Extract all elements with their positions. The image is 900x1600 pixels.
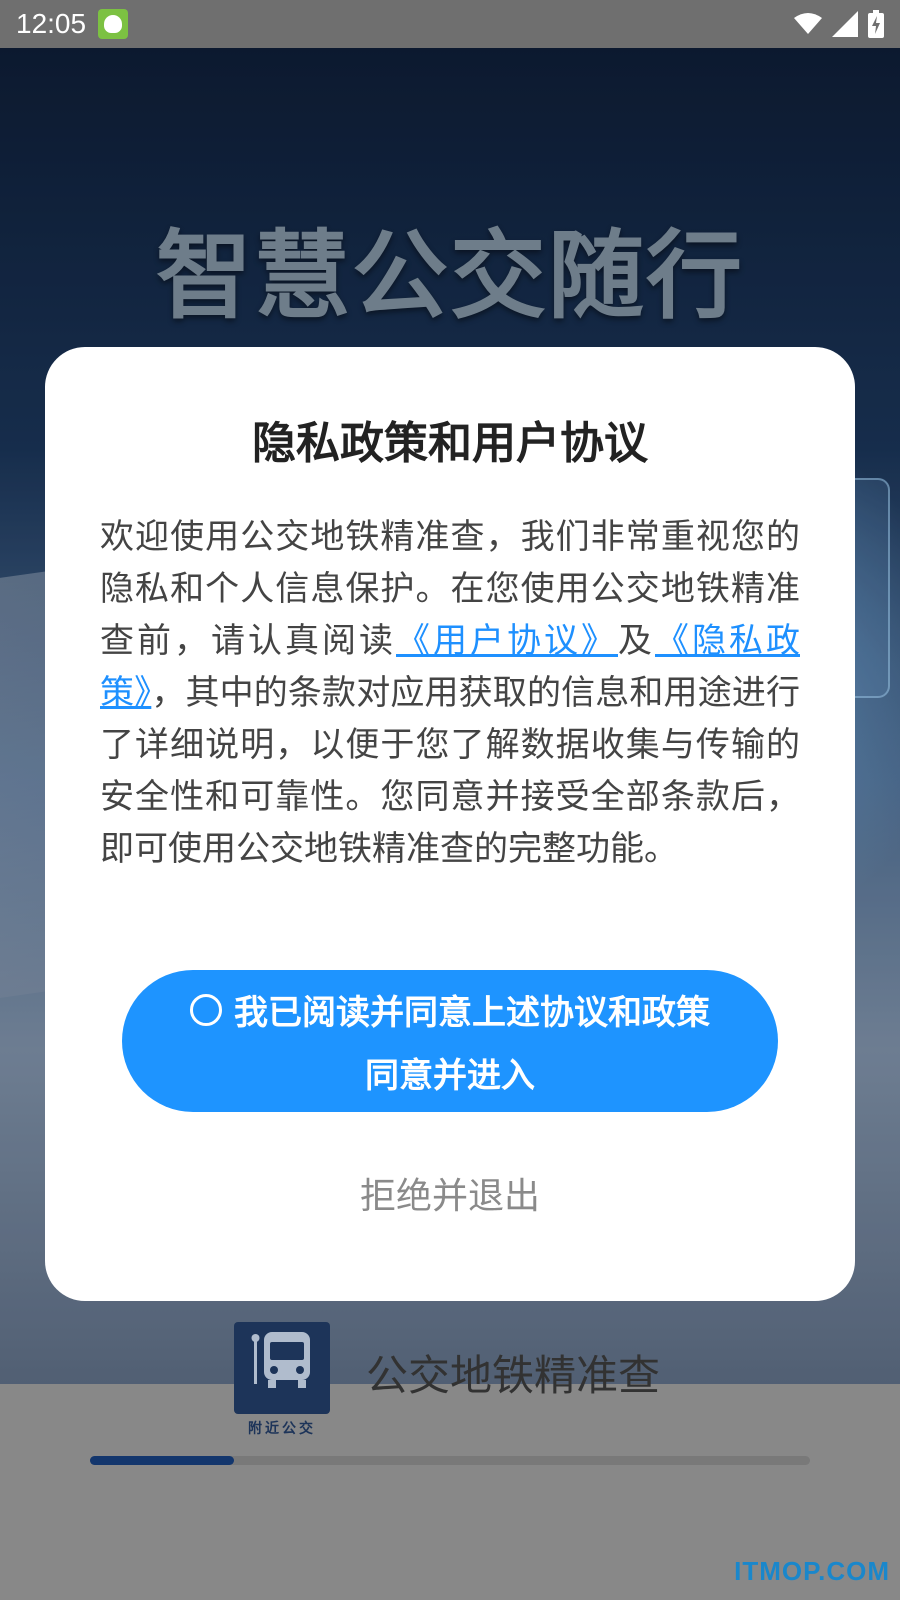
agree-radio-icon[interactable] (190, 993, 222, 1026)
dialog-body: 欢迎使用公交地铁精准查，我们非常重视您的隐私和个人信息保护。在您使用公交地铁精准… (100, 511, 800, 875)
agree-checkbox-row[interactable]: 我已阅读并同意上述协议和政策 (190, 985, 710, 1034)
agree-button-label: 同意并进入 (365, 1056, 535, 1096)
battery-charging-icon (868, 10, 884, 38)
body-text-details: ，其中的条款对应用获取的信息和用途进行了详细说明，以便于您了解数据收集与传输的安… (100, 673, 801, 869)
status-icons (794, 10, 884, 38)
app-notification-icon (98, 9, 129, 39)
body-text-and: 及 (618, 621, 655, 661)
privacy-dialog: 隐私政策和用户协议 欢迎使用公交地铁精准查，我们非常重视您的隐私和个人信息保护。… (45, 347, 855, 1301)
agree-checkbox-label: 我已阅读并同意上述协议和政策 (234, 993, 710, 1033)
reject-and-exit-button[interactable]: 拒绝并退出 (45, 1167, 855, 1219)
signal-icon (832, 11, 858, 37)
status-bar: 12:05 (0, 0, 900, 48)
wifi-icon (794, 12, 822, 36)
screen: 12:05 智慧公交随行 附近公交 公交地铁精准查 ITMOP.COM 隐私政策… (0, 0, 900, 1600)
dialog-title: 隐私政策和用户协议 (252, 418, 648, 469)
status-time: 12:05 (16, 8, 87, 39)
user-agreement-link[interactable]: 《用户协议》 (396, 621, 618, 661)
agree-and-enter-button[interactable]: 我已阅读并同意上述协议和政策 同意并进入 (122, 970, 778, 1112)
